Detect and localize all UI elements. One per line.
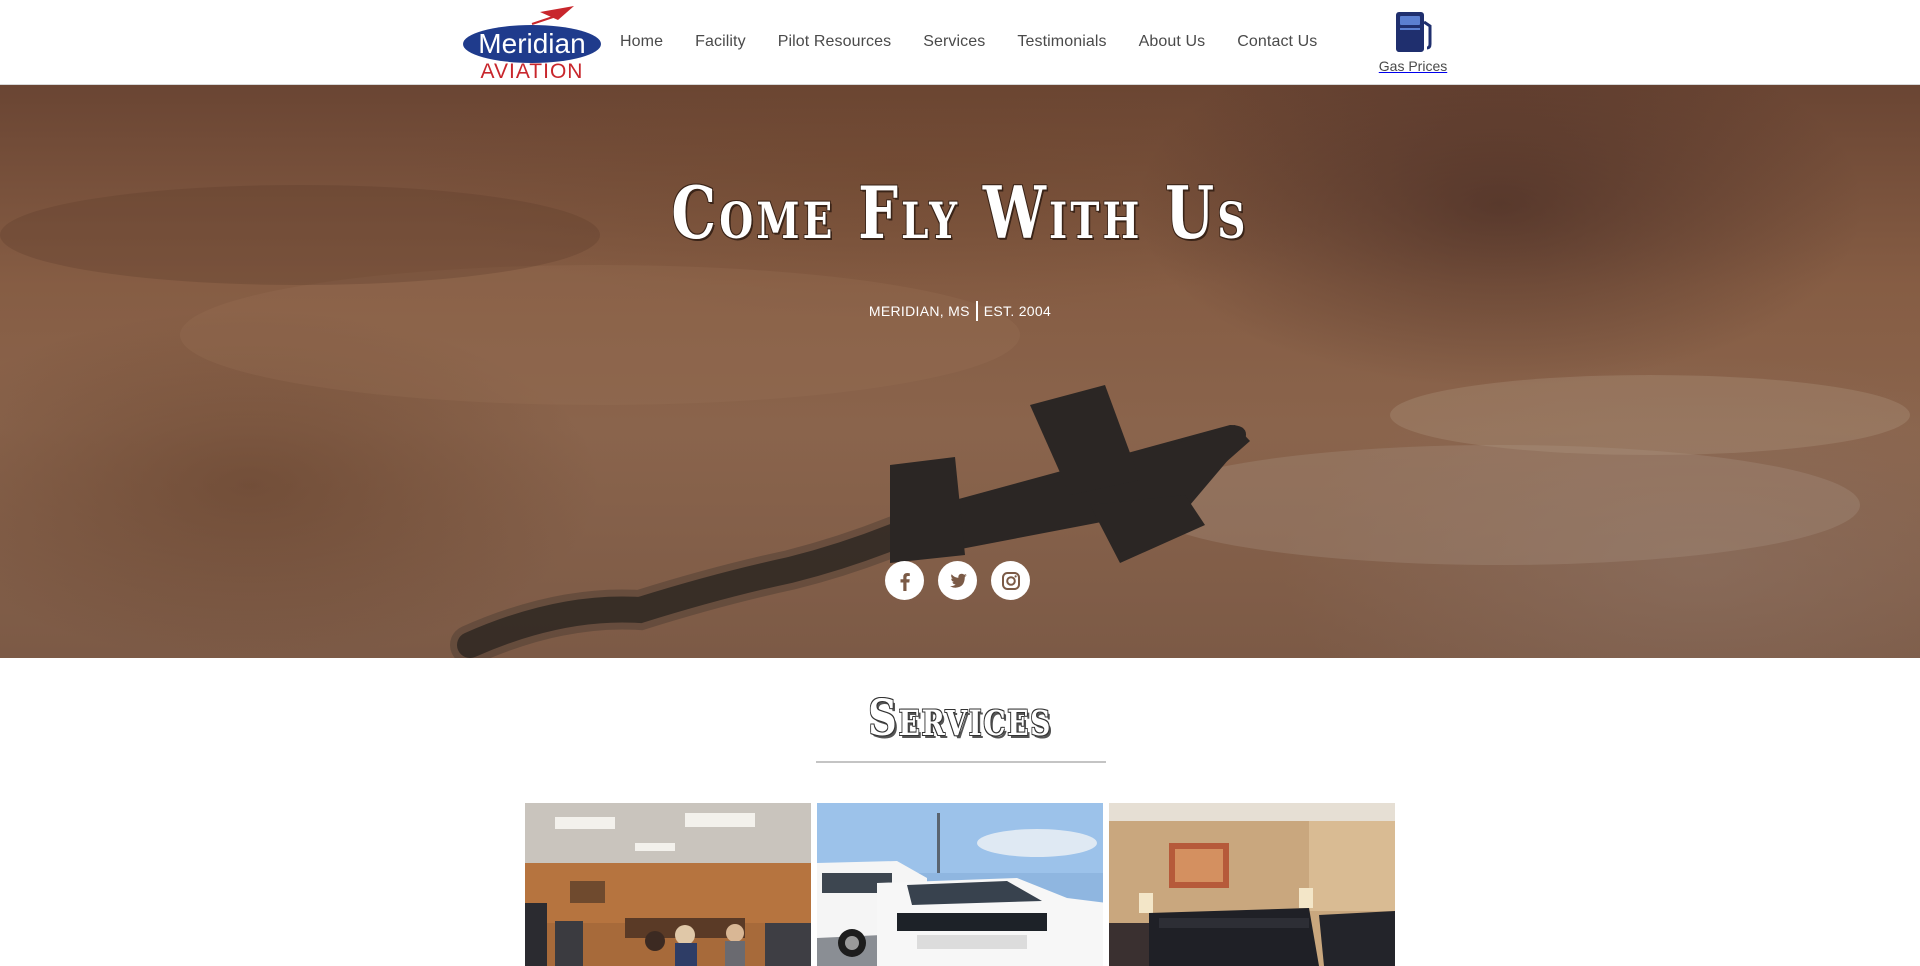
instagram-icon: [1001, 571, 1020, 590]
svg-text:Meridian: Meridian: [478, 28, 585, 59]
nav-services[interactable]: Services: [907, 33, 1001, 51]
twitter-link[interactable]: [938, 561, 977, 600]
nav-home[interactable]: Home: [604, 33, 679, 51]
services-heading: Services: [868, 688, 1052, 747]
hero-title: Come Fly With Us: [671, 170, 1249, 255]
nav-pilot-resources[interactable]: Pilot Resources: [762, 33, 908, 51]
hero-location: MERIDIAN, MS: [868, 303, 970, 319]
facebook-link[interactable]: [885, 561, 924, 600]
hero-established: EST. 2004: [983, 303, 1052, 319]
meridian-aviation-logo: Meridian AVIATION: [463, 6, 601, 83]
gallery-image-lounge[interactable]: [1109, 803, 1395, 966]
main-nav: Home Facility Pilot Resources Services T…: [604, 29, 1333, 55]
nav-testimonials[interactable]: Testimonials: [1001, 33, 1122, 51]
fuel-pump-icon: [1396, 12, 1432, 52]
logo-link[interactable]: Meridian AVIATION: [462, 6, 606, 83]
gallery-image-vehicles[interactable]: [817, 803, 1103, 966]
hero-banner: Come Fly With Us MERIDIAN, MS EST. 2004: [0, 85, 1920, 658]
nav-contact-us[interactable]: Contact Us: [1221, 33, 1333, 51]
site-header: Meridian AVIATION Home Facility Pilot Re…: [0, 0, 1920, 85]
services-divider: [816, 761, 1106, 763]
instagram-link[interactable]: [991, 561, 1030, 600]
facebook-icon: [900, 572, 910, 591]
gas-prices-label: Gas Prices: [1378, 58, 1448, 74]
gallery-image-lobby[interactable]: [525, 803, 811, 966]
nav-facility[interactable]: Facility: [679, 33, 762, 51]
svg-text:AVIATION: AVIATION: [481, 60, 584, 80]
subtitle-divider: [975, 301, 978, 321]
gas-prices-link[interactable]: Gas Prices: [1370, 10, 1456, 80]
services-gallery: [525, 803, 1395, 966]
hero-subtitle: MERIDIAN, MS EST. 2004: [0, 301, 1920, 321]
social-links: [885, 561, 1030, 600]
nav-about-us[interactable]: About Us: [1123, 33, 1222, 51]
twitter-icon: [949, 573, 967, 588]
